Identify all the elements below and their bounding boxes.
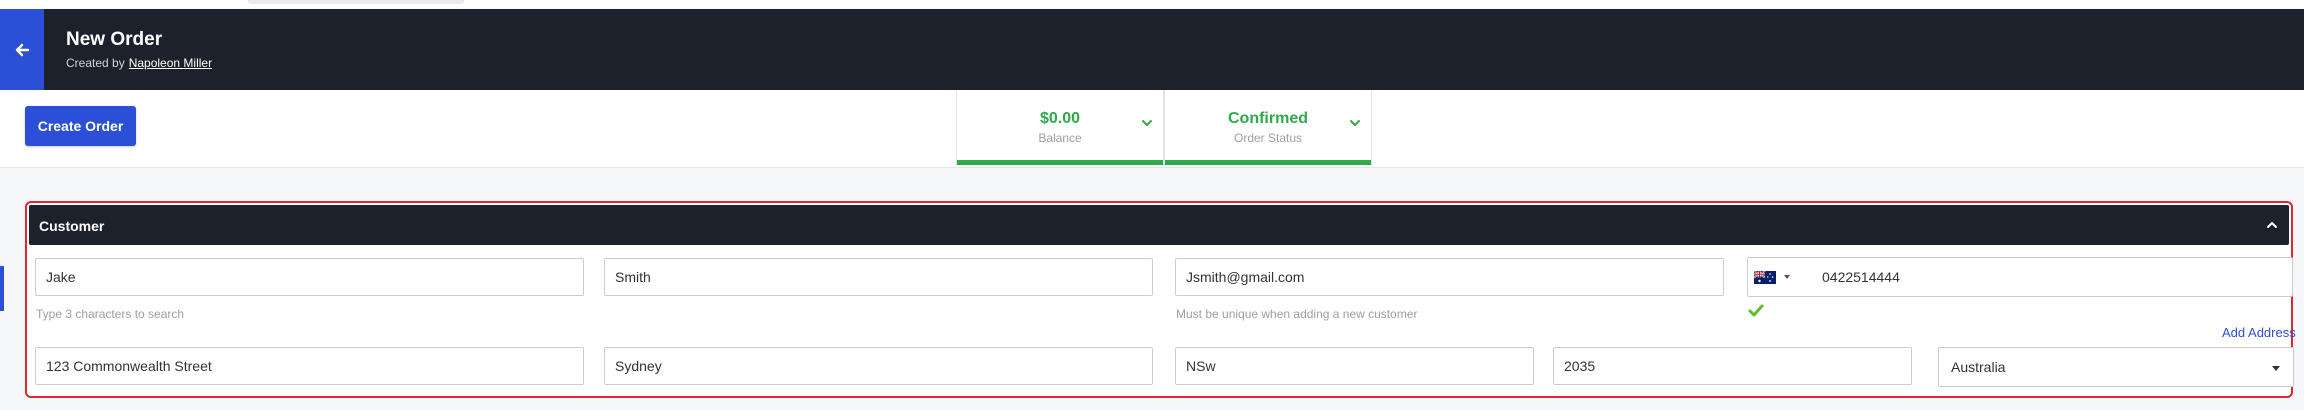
- first-name-hint: Type 3 characters to search: [36, 307, 185, 321]
- arrow-left-icon: [15, 43, 30, 56]
- state-input[interactable]: [1175, 347, 1534, 385]
- creator-link[interactable]: Napoleon Miller: [129, 56, 212, 70]
- phone-country-selector[interactable]: [1754, 266, 1798, 288]
- balance-widget[interactable]: $0.00 Balance: [956, 90, 1164, 165]
- balance-value: $0.00: [1039, 110, 1081, 127]
- side-accent: [0, 266, 4, 311]
- page-header: New Order Created by Napoleon Miller: [0, 9, 2304, 90]
- check-icon: [1748, 304, 1764, 317]
- order-status-widget[interactable]: Confirmed Order Status: [1164, 90, 1372, 165]
- email-input[interactable]: [1175, 258, 1724, 296]
- australia-flag-icon: [1754, 270, 1776, 284]
- customer-section-title: Customer: [39, 218, 105, 234]
- top-tab-hint: [248, 0, 464, 4]
- add-address-link[interactable]: Add Address: [2222, 325, 2296, 340]
- created-by-label: Created by: [66, 56, 125, 70]
- street-input[interactable]: [35, 347, 584, 385]
- order-status-label: Order Status: [1233, 131, 1303, 145]
- city-input[interactable]: [604, 347, 1153, 385]
- customer-panel-header: Customer: [29, 205, 2289, 245]
- top-strip: [0, 0, 2304, 9]
- created-by: Created by Napoleon Miller: [66, 56, 212, 70]
- phone-input[interactable]: [1822, 258, 2282, 296]
- phone-field: [1747, 257, 2293, 297]
- chevron-up-icon: [2267, 222, 2277, 228]
- chevron-down-icon: [1350, 120, 1360, 126]
- balance-bar: [957, 160, 1163, 165]
- country-value: Australia: [1951, 359, 2006, 375]
- last-name-input[interactable]: [604, 258, 1153, 296]
- collapse-button[interactable]: [2261, 214, 2283, 236]
- chevron-down-icon: [1142, 120, 1152, 126]
- email-hint: Must be unique when adding a new custome…: [1176, 307, 1418, 321]
- create-order-button[interactable]: Create Order: [25, 106, 136, 146]
- order-status-bar: [1165, 160, 1371, 165]
- order-toolbar: Create Order $0.00 Balance Confirmed Ord…: [0, 90, 2304, 168]
- back-button[interactable]: [0, 9, 44, 90]
- postcode-input[interactable]: [1553, 347, 1912, 385]
- country-select[interactable]: Australia: [1938, 347, 2294, 387]
- caret-down-icon: [1784, 275, 1790, 279]
- balance-label: Balance: [1038, 131, 1082, 145]
- caret-down-icon: [2272, 366, 2280, 371]
- order-status-value: Confirmed: [1228, 110, 1308, 127]
- page-title: New Order: [66, 29, 163, 50]
- first-name-input[interactable]: [35, 258, 584, 296]
